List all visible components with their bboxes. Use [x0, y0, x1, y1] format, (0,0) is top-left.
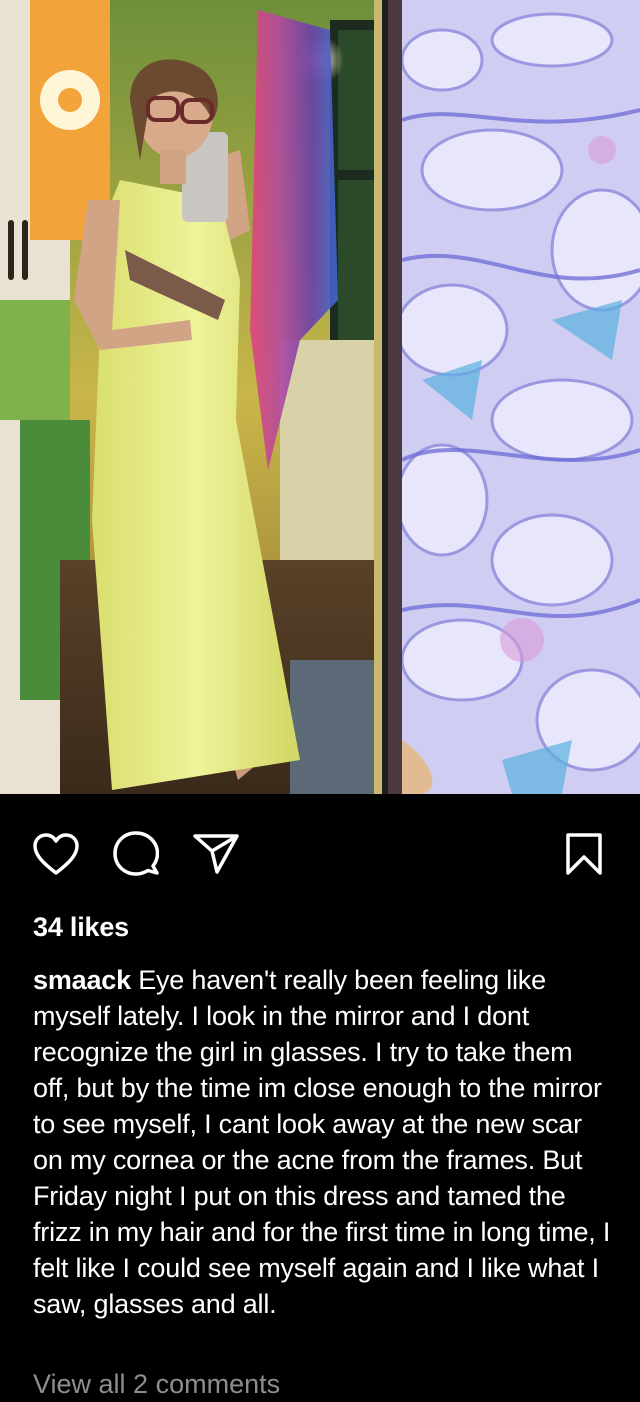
caption-username[interactable]: smaack: [33, 965, 131, 995]
save-button[interactable]: [558, 828, 610, 880]
like-button[interactable]: [30, 828, 82, 880]
view-comments-link[interactable]: View all 2 comments: [33, 1366, 280, 1402]
speech-bubble-icon: [113, 831, 159, 877]
bookmark-icon: [565, 832, 603, 876]
post-caption: smaack Eye haven't really been feeling l…: [33, 962, 613, 1322]
share-button[interactable]: [190, 828, 242, 880]
likes-count[interactable]: 34 likes: [33, 912, 129, 943]
mirror-selfie-photo: [0, 0, 382, 794]
heart-icon: [33, 833, 79, 875]
paper-plane-icon: [193, 833, 239, 875]
caption-text: Eye haven't really been feeling like mys…: [33, 965, 611, 1319]
watercolor-art-photo: [402, 0, 640, 794]
post-photo[interactable]: [0, 0, 640, 794]
instagram-post: 34 likes smaack Eye haven't really been …: [0, 0, 640, 1399]
photo-divider: [382, 0, 402, 794]
comment-button[interactable]: [110, 828, 162, 880]
post-action-bar: [0, 828, 640, 882]
